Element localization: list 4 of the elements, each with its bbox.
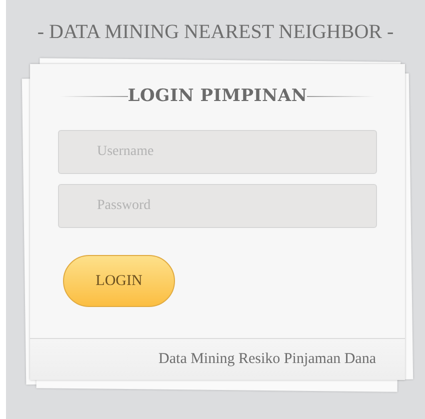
page-title: - DATA MINING NEAREST NEIGHBOR -: [36, 20, 395, 45]
login-heading: LOGIN PIMPINAN: [128, 86, 308, 106]
login-button[interactable]: LOGIN: [63, 255, 175, 307]
footer-text: Data Mining Resiko Pinjaman Dana: [158, 351, 376, 368]
